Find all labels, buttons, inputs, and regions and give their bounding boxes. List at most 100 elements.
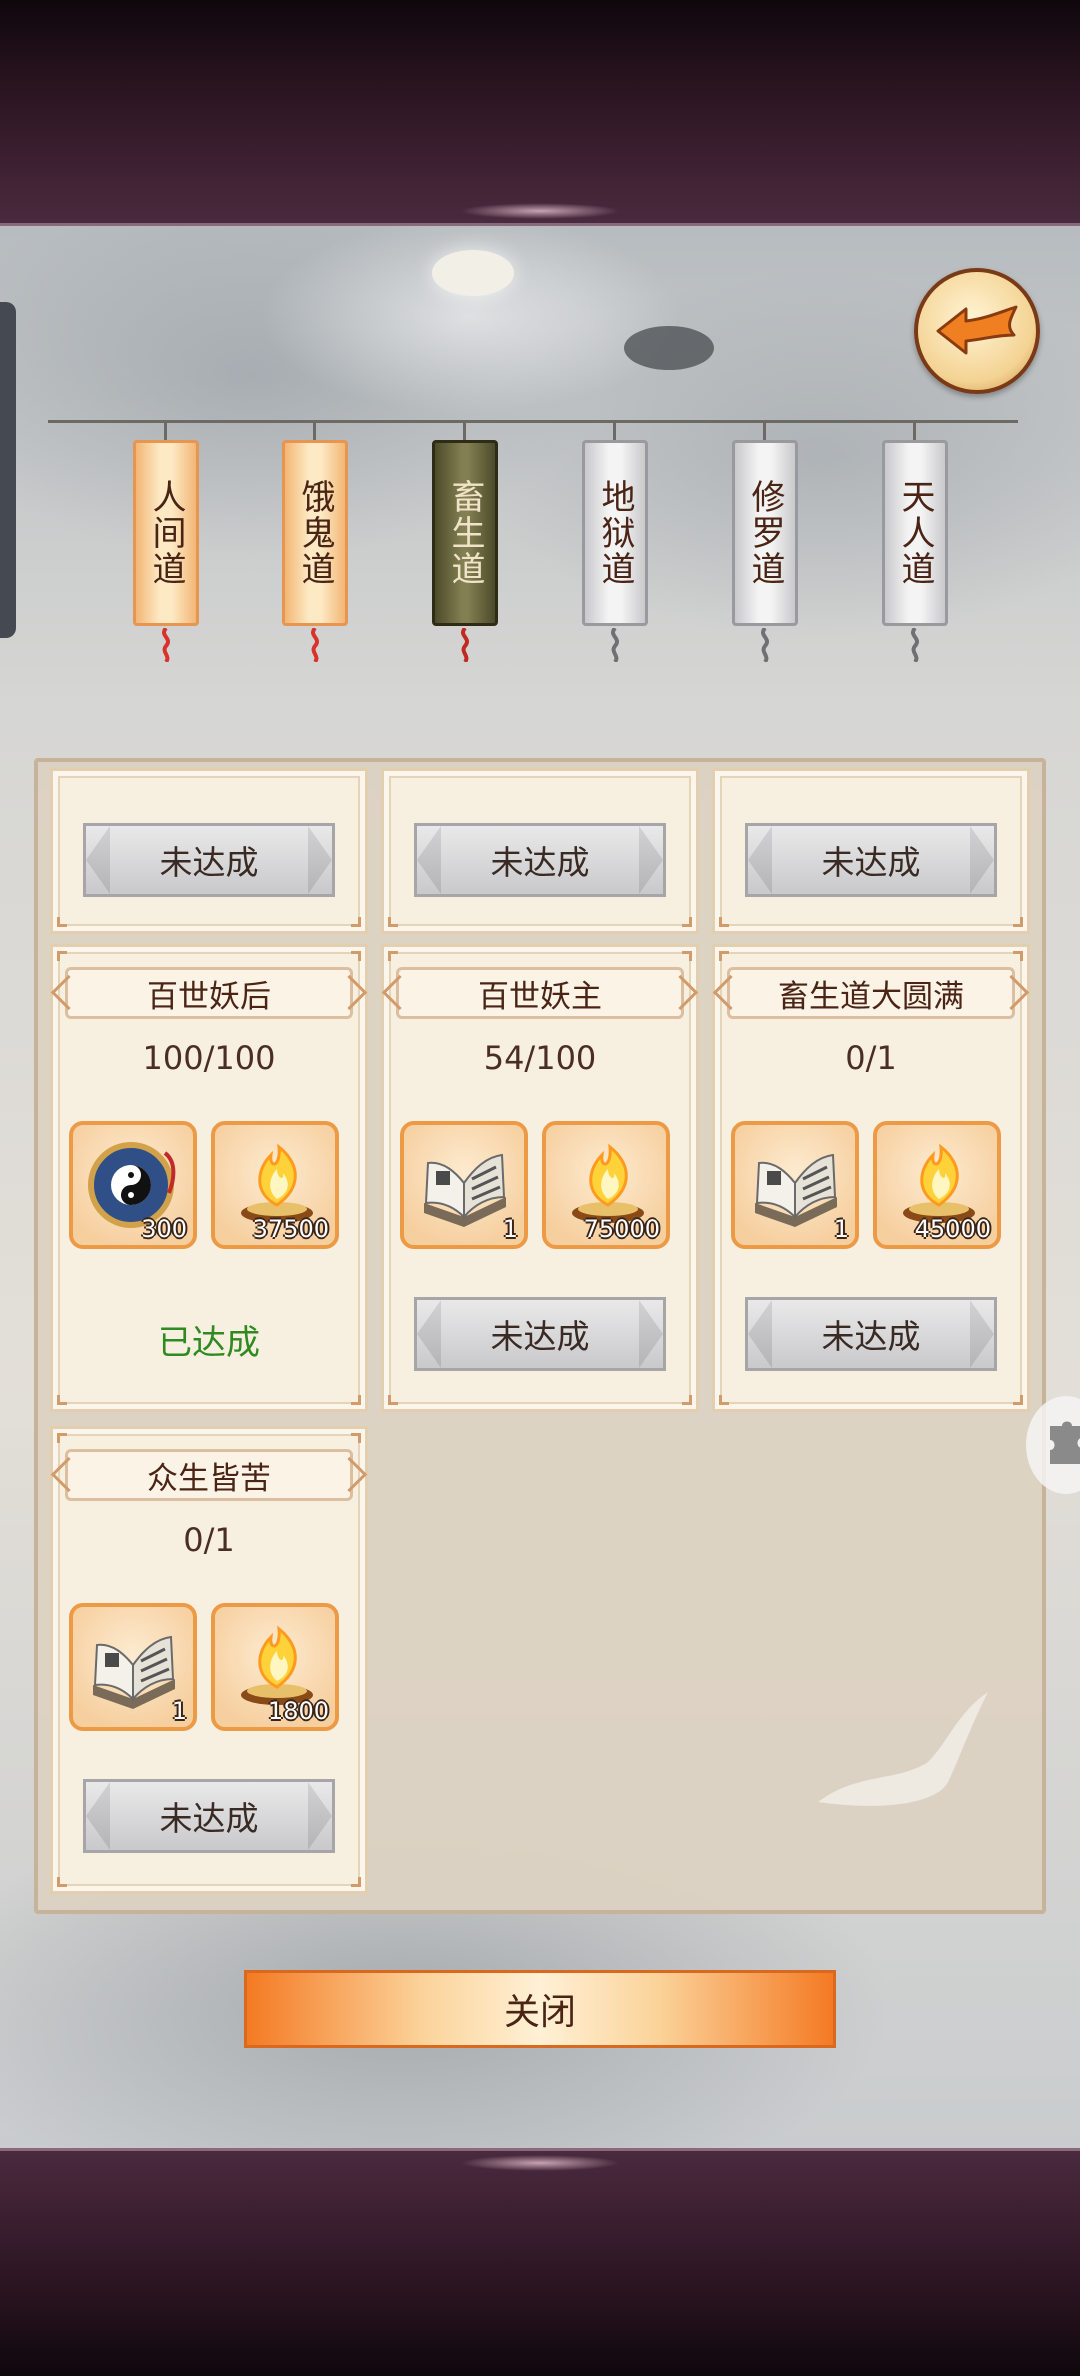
frame-ornament bbox=[460, 2155, 620, 2171]
reward-item[interactable]: 37500 bbox=[211, 1121, 339, 1249]
card-corner bbox=[682, 917, 692, 927]
card-corner bbox=[719, 917, 729, 927]
tab-label: 天人道 bbox=[882, 440, 948, 626]
grey-tassel-icon bbox=[911, 628, 919, 662]
reward-item[interactable]: 1 bbox=[400, 1121, 528, 1249]
achievement-card-partial: 未达成 bbox=[712, 768, 1030, 934]
yinyang-dark-dot bbox=[624, 326, 714, 370]
reward-count: 1 bbox=[171, 1697, 187, 1725]
yinyang-light-dot bbox=[432, 250, 514, 296]
card-corner bbox=[1013, 951, 1023, 961]
card-corner bbox=[1013, 1395, 1023, 1405]
reward-item[interactable]: 75000 bbox=[542, 1121, 670, 1249]
card-corner bbox=[351, 1395, 361, 1405]
status-button[interactable]: 未达成 bbox=[414, 1297, 666, 1371]
achievement-title: 畜生道大圆满 bbox=[727, 967, 1015, 1019]
reward-item[interactable]: 1 bbox=[731, 1121, 859, 1249]
achievement-progress: 0/1 bbox=[183, 1521, 235, 1559]
card-corner bbox=[388, 917, 398, 927]
achievement-card: 众生皆苦 0/1 1 1800 未达成 bbox=[50, 1426, 368, 1894]
reward-count: 1 bbox=[502, 1215, 518, 1243]
back-arrow-icon bbox=[936, 305, 1018, 355]
achievement-progress: 0/1 bbox=[845, 1039, 897, 1077]
card-corner bbox=[57, 1395, 67, 1405]
red-tassel-icon bbox=[461, 628, 469, 662]
tab-hook bbox=[763, 420, 766, 442]
scroll-book-icon bbox=[424, 1153, 506, 1227]
reward-item[interactable]: 300 bbox=[69, 1121, 197, 1249]
reward-count: 1 bbox=[833, 1215, 849, 1243]
card-corner bbox=[351, 1877, 361, 1887]
grey-tassel-icon bbox=[761, 628, 769, 662]
scroll-book-icon bbox=[93, 1635, 175, 1709]
status-button[interactable]: 未达成 bbox=[745, 1297, 997, 1371]
achievement-card: 百世妖后 100/100 300 37500 已达成 bbox=[50, 944, 368, 1412]
achievement-title: 众生皆苦 bbox=[65, 1449, 353, 1501]
card-corner bbox=[388, 1395, 398, 1405]
tab-tianren-dao[interactable]: 天人道 bbox=[882, 420, 948, 668]
card-corner bbox=[57, 917, 67, 927]
achievement-title: 百世妖主 bbox=[396, 967, 684, 1019]
tab-hook bbox=[463, 420, 466, 442]
reward-item[interactable]: 1800 bbox=[211, 1603, 339, 1731]
reward-count: 300 bbox=[141, 1215, 187, 1243]
grey-tassel-icon bbox=[611, 628, 619, 662]
tab-label: 修罗道 bbox=[732, 440, 798, 626]
crane-silhouette-icon bbox=[818, 1692, 988, 1806]
reward-count: 45000 bbox=[914, 1215, 991, 1243]
tab-label: 畜生道 bbox=[432, 440, 498, 626]
tab-hook bbox=[613, 420, 616, 442]
card-corner bbox=[351, 951, 361, 961]
card-corner bbox=[351, 1433, 361, 1443]
tab-renjian-dao[interactable]: 人间道 bbox=[133, 420, 199, 668]
tab-chusheng-dao[interactable]: 畜生道 bbox=[432, 420, 498, 668]
achievement-card-partial: 未达成 bbox=[50, 768, 368, 934]
tab-diyu-dao[interactable]: 地狱道 bbox=[582, 420, 648, 668]
achievement-panel: 未达成 未达成 未达成 百世妖后 100/100 300 37500 已达成 百… bbox=[34, 758, 1046, 1914]
side-drawer-handle[interactable] bbox=[0, 302, 16, 638]
tab-label: 地狱道 bbox=[582, 440, 648, 626]
tab-hook bbox=[164, 420, 167, 442]
card-corner bbox=[57, 1877, 67, 1887]
tab-xiuluo-dao[interactable]: 修罗道 bbox=[732, 420, 798, 668]
card-corner bbox=[1013, 917, 1023, 927]
frame-ornament bbox=[460, 203, 620, 219]
reward-count: 75000 bbox=[583, 1215, 660, 1243]
scroll-book-icon bbox=[755, 1153, 837, 1227]
close-button[interactable]: 关闭 bbox=[244, 1970, 836, 2048]
card-corner bbox=[57, 951, 67, 961]
status-button[interactable]: 未达成 bbox=[414, 823, 666, 897]
status-button[interactable]: 未达成 bbox=[83, 823, 335, 897]
achievement-card-partial: 未达成 bbox=[381, 768, 699, 934]
card-corner bbox=[719, 951, 729, 961]
tab-egui-dao[interactable]: 饿鬼道 bbox=[282, 420, 348, 668]
reward-count: 37500 bbox=[252, 1215, 329, 1243]
card-corner bbox=[719, 1395, 729, 1405]
tab-label: 人间道 bbox=[133, 440, 199, 626]
tab-label: 饿鬼道 bbox=[282, 440, 348, 626]
red-tassel-icon bbox=[162, 628, 170, 662]
achievement-progress: 54/100 bbox=[483, 1039, 597, 1077]
red-tassel-icon bbox=[311, 628, 319, 662]
card-corner bbox=[682, 951, 692, 961]
card-corner bbox=[351, 917, 361, 927]
status-button[interactable]: 未达成 bbox=[83, 1779, 335, 1853]
reward-item[interactable]: 45000 bbox=[873, 1121, 1001, 1249]
card-corner bbox=[388, 951, 398, 961]
back-button[interactable] bbox=[914, 268, 1040, 394]
top-frame bbox=[0, 0, 1080, 226]
puzzle-piece-icon bbox=[1050, 1421, 1080, 1464]
achievement-card: 畜生道大圆满 0/1 1 45000 未达成 bbox=[712, 944, 1030, 1412]
tab-hook bbox=[313, 420, 316, 442]
achievement-title: 百世妖后 bbox=[65, 967, 353, 1019]
reward-item[interactable]: 1 bbox=[69, 1603, 197, 1731]
achievement-progress: 100/100 bbox=[142, 1039, 276, 1077]
card-corner bbox=[682, 1395, 692, 1405]
reward-count: 1800 bbox=[267, 1697, 329, 1725]
card-corner bbox=[57, 1433, 67, 1443]
status-button[interactable]: 未达成 bbox=[745, 823, 997, 897]
bottom-frame bbox=[0, 2148, 1080, 2376]
tab-hook bbox=[913, 420, 916, 442]
achievement-card: 百世妖主 54/100 1 75000 未达成 bbox=[381, 944, 699, 1412]
status-achieved: 已达成 bbox=[158, 1323, 260, 1363]
